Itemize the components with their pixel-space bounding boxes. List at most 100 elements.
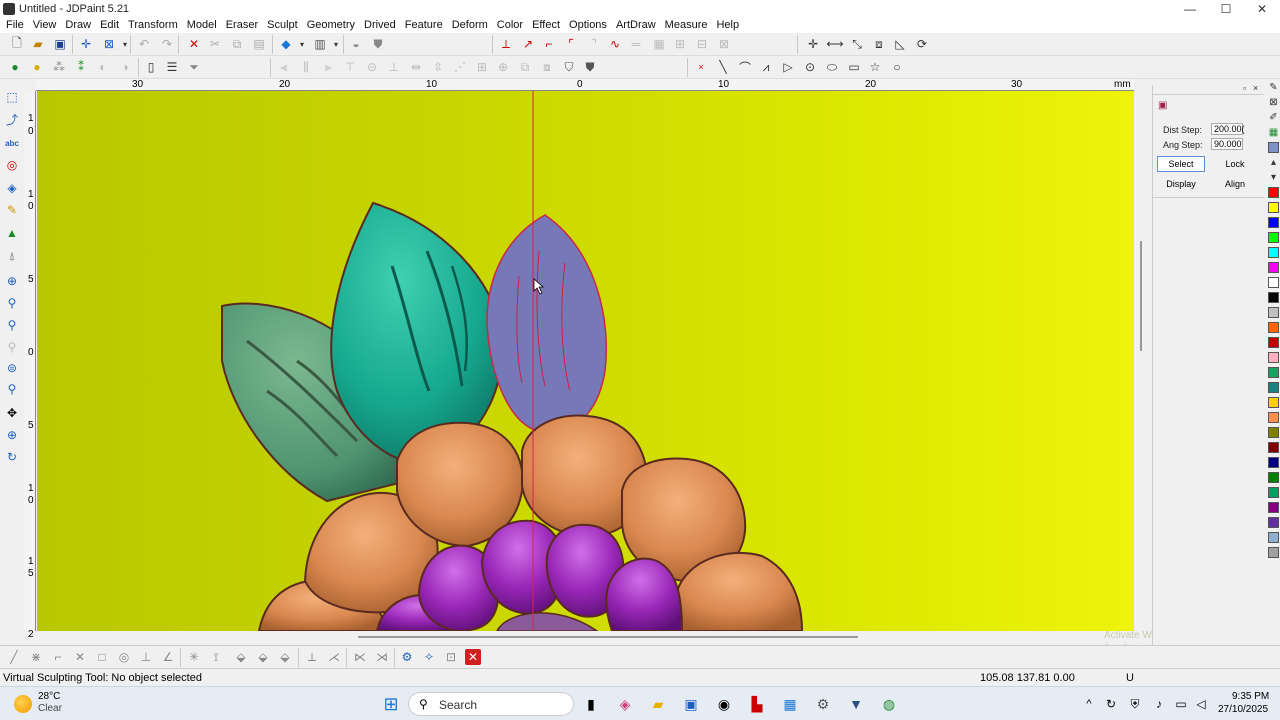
- color-swatch[interactable]: [1268, 247, 1279, 258]
- menu-file[interactable]: File: [6, 19, 24, 31]
- task-view-icon[interactable]: ▮: [580, 693, 602, 715]
- spline-icon[interactable]: ▷: [780, 59, 796, 75]
- color-swatch[interactable]: [1268, 487, 1279, 498]
- menu-sculpt[interactable]: Sculpt: [267, 19, 298, 31]
- zoom-all-icon[interactable]: ⚲: [4, 381, 20, 397]
- maximize-button[interactable]: ☐: [1208, 0, 1244, 17]
- view-icon[interactable]: ▥: [312, 36, 328, 52]
- node-mode-icon[interactable]: ⋇: [28, 649, 44, 665]
- align-bottom-icon[interactable]: ⊥: [386, 59, 402, 75]
- chamfer-icon[interactable]: ⌝: [586, 36, 602, 52]
- distribute-v-icon[interactable]: ⇳: [430, 59, 446, 75]
- trim-icon[interactable]: ⟂: [498, 36, 514, 52]
- panel-pin-icon[interactable]: ▫: [1243, 83, 1246, 93]
- clock-date[interactable]: 27/10/2025: [1218, 704, 1268, 715]
- pin-erase-icon[interactable]: ◑: [117, 59, 133, 75]
- arc-icon[interactable]: ⌒: [737, 59, 753, 75]
- clock-time[interactable]: 9:35 PM: [1232, 691, 1269, 702]
- color-swatch[interactable]: [1268, 442, 1279, 453]
- array-icon[interactable]: ═: [628, 36, 644, 52]
- menu-drived[interactable]: Drived: [364, 19, 396, 31]
- zoom-out-icon[interactable]: ⚲: [4, 317, 20, 333]
- taskbar-search[interactable]: ⚲ Search: [408, 692, 574, 716]
- snap-end-icon[interactable]: ⋉: [352, 649, 368, 665]
- copy-icon[interactable]: ⧉: [229, 36, 245, 52]
- color-swatch[interactable]: [1268, 502, 1279, 513]
- circle-center-icon[interactable]: ⊙: [802, 59, 818, 75]
- weather-condition[interactable]: Clear: [38, 703, 62, 714]
- pencil-icon[interactable]: ✎: [1268, 82, 1279, 93]
- menu-eraser[interactable]: Eraser: [226, 19, 258, 31]
- angle-icon[interactable]: ∠: [160, 649, 176, 665]
- box-select-icon[interactable]: ⊠: [101, 36, 117, 52]
- corner-icon[interactable]: ⌐: [541, 36, 557, 52]
- vertical-scroll-thumb[interactable]: [1140, 241, 1142, 351]
- store-icon[interactable]: ▣: [680, 693, 702, 715]
- volume-icon[interactable]: ◁: [1190, 693, 1212, 715]
- frame-icon[interactable]: ⊞: [474, 59, 490, 75]
- new-file-icon[interactable]: 🗋: [9, 36, 25, 52]
- scale-icon[interactable]: ⤡: [849, 36, 865, 52]
- security-icon[interactable]: ⛨: [1124, 693, 1146, 715]
- align-left-icon[interactable]: ⫷: [276, 59, 292, 75]
- layer-dropdown-icon[interactable]: ▾: [294, 36, 310, 52]
- paste-icon[interactable]: ▤: [251, 36, 267, 52]
- fillet-icon[interactable]: ⌜: [563, 36, 579, 52]
- vertical-scrollbar[interactable]: [1134, 91, 1152, 631]
- menu-measure[interactable]: Measure: [665, 19, 708, 31]
- snap-node-icon[interactable]: ⟟: [208, 649, 224, 665]
- snap-center-icon[interactable]: ⬙: [277, 649, 293, 665]
- intersect-icon[interactable]: ⧉: [517, 59, 533, 75]
- cut-icon[interactable]: ✂: [207, 36, 223, 52]
- node-icon[interactable]: ⋰: [452, 59, 468, 75]
- menu-draw[interactable]: Draw: [65, 19, 91, 31]
- select-button[interactable]: Select: [1157, 156, 1205, 172]
- color-swatch[interactable]: [1268, 397, 1279, 408]
- menu-view[interactable]: View: [33, 19, 57, 31]
- select-box-icon[interactable]: ⬚: [4, 89, 20, 105]
- multi-pin-icon[interactable]: ⁑: [73, 59, 89, 75]
- horizontal-scrollbar[interactable]: [36, 631, 1134, 643]
- open-folder-icon[interactable]: ▰: [30, 36, 46, 52]
- shield-outline-icon[interactable]: ⛉: [561, 59, 577, 75]
- horizontal-scroll-thumb[interactable]: [358, 636, 858, 638]
- weather-sun-icon[interactable]: [14, 695, 32, 713]
- stretch-icon[interactable]: ⟷: [826, 36, 843, 52]
- palette-scroll-down-icon[interactable]: ▾: [1268, 172, 1279, 183]
- offset-icon[interactable]: ∿: [607, 36, 623, 52]
- shield-filled-icon[interactable]: ⛊: [582, 59, 598, 75]
- polyline-icon[interactable]: ⩘: [758, 59, 774, 75]
- mirror-icon[interactable]: ◺: [892, 36, 908, 52]
- chrome-icon[interactable]: ◍: [878, 693, 900, 715]
- rotate-icon[interactable]: ⟳: [914, 36, 930, 52]
- snap-tangent-icon[interactable]: ⟂: [304, 649, 320, 665]
- ang-step-input[interactable]: 90.000: [1211, 138, 1243, 150]
- select-cross-icon[interactable]: ✛: [78, 36, 94, 52]
- node-edit-icon[interactable]: ⤴: [4, 111, 20, 127]
- palette-grid-icon[interactable]: ▦: [1268, 127, 1279, 138]
- line-icon[interactable]: ╲: [715, 59, 731, 75]
- zoom-window-icon[interactable]: ⊕: [4, 273, 20, 289]
- palette-scroll-up-icon[interactable]: ▴: [1268, 157, 1279, 168]
- filter-icon[interactable]: ⏷: [186, 59, 202, 75]
- cancel-snap-icon[interactable]: ✕: [465, 649, 481, 665]
- lock-button[interactable]: Lock: [1211, 156, 1259, 172]
- line-edit-icon[interactable]: ╱: [6, 649, 22, 665]
- snap-nearest-icon[interactable]: ⋊: [374, 649, 390, 665]
- color-swatch[interactable]: [1268, 307, 1279, 318]
- undo-icon[interactable]: ↶: [136, 36, 152, 52]
- yellow-pin-icon[interactable]: ●: [29, 59, 45, 75]
- color-swatch[interactable]: [1268, 322, 1279, 333]
- menu-help[interactable]: Help: [716, 19, 739, 31]
- color-swatch[interactable]: [1268, 457, 1279, 468]
- star-icon[interactable]: ☆: [867, 59, 883, 75]
- display-button[interactable]: Display: [1157, 176, 1205, 192]
- ungroup-icon[interactable]: ⊟: [694, 36, 710, 52]
- zoom-in-icon[interactable]: ⚲: [4, 295, 20, 311]
- color-swatch[interactable]: [1268, 547, 1279, 558]
- panel-close-icon[interactable]: ×: [1253, 83, 1258, 93]
- color-swatch[interactable]: [1268, 262, 1279, 273]
- minimize-button[interactable]: —: [1172, 0, 1208, 17]
- color-swatch[interactable]: [1268, 532, 1279, 543]
- point-icon[interactable]: ×: [693, 59, 709, 75]
